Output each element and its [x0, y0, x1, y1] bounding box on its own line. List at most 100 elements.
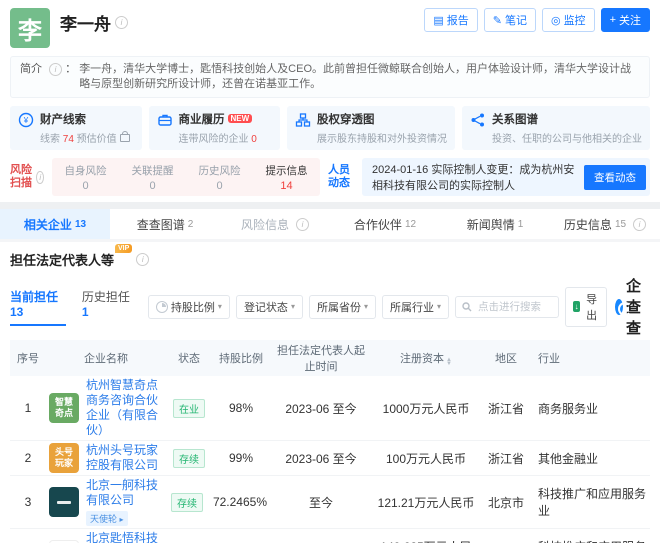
tab-count: 1	[518, 219, 524, 230]
info-card-关系图谱[interactable]: 关系图谱投资、任职的公司与他相关的企业	[462, 106, 650, 150]
header-地区: 地区	[480, 348, 532, 368]
action-label: 关注	[619, 12, 641, 28]
company-link[interactable]: 北京匙悟科技有限公司	[86, 531, 161, 543]
header-注册资本: 注册资本▲▼	[372, 348, 480, 368]
info-cards: ¥财产线索线索 74 预估价值商业履历NEW连带风险的企业 0 股权穿透图展示股东…	[10, 106, 650, 150]
filter-所属省份[interactable]: 所属省份▾	[309, 295, 376, 319]
new-badge: NEW	[228, 114, 253, 123]
risk-stat-自身风险[interactable]: 自身风险0	[52, 163, 119, 192]
personnel-bar: 2024-01-16 实际控制人变更：成为杭州安相科技有限公司的实际控制人 查看…	[362, 158, 650, 196]
sort-icon[interactable]: ▲▼	[446, 358, 452, 366]
company-cell: 智慧奇点杭州智慧奇点商务咨询合伙企业（有限合伙）	[46, 376, 166, 440]
risk-row: 风险扫描i 自身风险0关联提醒0历史风险0提示信息14 人员动态 2024-01…	[10, 158, 650, 196]
company-link[interactable]: 北京一舸科技有限公司	[86, 478, 161, 508]
pie-icon	[156, 301, 168, 313]
tab-label: 相关企业	[24, 216, 72, 233]
subtab-历史担任[interactable]: 历史担任 1	[82, 288, 132, 326]
chevron-down-icon: ▾	[437, 302, 441, 311]
card-body: 股权穿透图展示股东持股和对外投资情况	[317, 111, 447, 145]
tab-新闻舆情[interactable]: 新闻舆情1	[440, 209, 550, 239]
tab-label: 查查图谱	[137, 216, 185, 233]
header-actions: ▤报告✎笔记◎监控+关注	[424, 8, 650, 32]
filter-label: 持股比例	[171, 299, 215, 315]
card-subtitle: 线索 74 预估价值	[40, 130, 130, 145]
search-input[interactable]	[476, 300, 552, 314]
filter-label: 登记状态	[244, 299, 288, 315]
header-状态: 状态	[166, 348, 212, 368]
tab-相关企业[interactable]: 相关企业13	[0, 209, 110, 239]
funding-tag[interactable]: 天使轮 ▸	[86, 511, 128, 526]
action-button-监控[interactable]: ◎监控	[542, 8, 595, 32]
company-logo	[49, 487, 79, 517]
action-button-关注[interactable]: +关注	[601, 8, 650, 32]
info-card-股权穿透图[interactable]: 股权穿透图展示股东持股和对外投资情况	[287, 106, 455, 150]
tab-count: 13	[75, 219, 86, 230]
avatar: 李	[10, 8, 50, 48]
view-dynamics-button[interactable]: 查看动态	[584, 165, 646, 190]
risk-stat-提示信息[interactable]: 提示信息14	[253, 163, 320, 192]
plus-icon: +	[610, 14, 616, 26]
subtab-label: 当前担任	[10, 290, 58, 304]
profile-header: 李 李一舟i ▤报告✎笔记◎监控+关注	[10, 8, 650, 48]
region-cell: 浙江省	[480, 448, 532, 469]
action-label: 笔记	[505, 12, 527, 28]
action-button-报告[interactable]: ▤报告	[424, 8, 477, 32]
info-icon: i	[136, 253, 149, 266]
header-担任法定代表人起止时间: 担任法定代表人起止时间	[270, 340, 372, 376]
header-行业: 行业	[532, 348, 650, 368]
tab-label: 风险信息	[241, 216, 289, 233]
excel-icon: ↓	[573, 301, 580, 312]
risk-stat-label: 历史风险	[186, 163, 253, 178]
header-企业名称: 企业名称	[46, 348, 166, 368]
card-number: 0	[251, 134, 257, 145]
tab-合作伙伴[interactable]: 合作伙伴12	[330, 209, 440, 239]
period-cell: 2023-06 至今	[270, 398, 372, 419]
filter-登记状态[interactable]: 登记状态▾	[236, 295, 303, 319]
card-title: 股权穿透图	[317, 111, 447, 127]
risk-stat-value: 0	[52, 180, 119, 192]
card-number: 74	[63, 134, 74, 145]
tab-查查图谱[interactable]: 查查图谱2	[110, 209, 220, 239]
company-name-wrap: 北京匙悟科技有限公司B轮 ▸	[86, 531, 161, 543]
personnel-news: 2024-01-16 实际控制人变更：成为杭州安相科技有限公司的实际控制人	[372, 161, 584, 193]
chevron-down-icon: ▾	[218, 302, 222, 311]
subtab-label: 历史担任	[82, 290, 130, 304]
filter-持股比例[interactable]: 持股比例▾	[148, 295, 230, 319]
subtab-count: 1	[82, 305, 89, 319]
region-cell: 北京市	[480, 492, 532, 513]
info-icon: i	[296, 218, 309, 231]
status-badge: 在业	[173, 399, 205, 418]
info-card-财产线索[interactable]: ¥财产线索线索 74 预估价值	[10, 106, 142, 150]
intro-text: 李一舟，清华大学博士，匙悟科技创始人及CEO。此前曾担任微鲸联合创始人，用户体验…	[79, 62, 640, 92]
info-icon: i	[49, 63, 62, 76]
action-button-笔记[interactable]: ✎笔记	[484, 8, 536, 32]
risk-scan-label: 风险扫描i	[10, 158, 44, 196]
risk-stat-历史风险[interactable]: 历史风险 0	[186, 163, 253, 192]
industry-cell: 科技推广和应用服务业	[532, 483, 650, 521]
chevron-right-icon: ▸	[120, 515, 124, 524]
subtab-filter-row: 当前担任 13历史担任 1 持股比例▾登记状态▾所属省份▾所属行业▾ ↓导出 企…	[10, 275, 650, 338]
report-icon: ▤	[433, 14, 443, 27]
company-logo: 智慧奇点	[49, 393, 79, 423]
page: 李 李一舟i ▤报告✎笔记◎监控+关注 简介 i ： 李一舟，清华大学博士，匙悟…	[0, 0, 660, 543]
card-subtitle: 投资、任职的公司与他相关的企业	[492, 130, 642, 145]
industry-cell: 其他金融业	[532, 448, 650, 469]
company-name-wrap: 杭州智慧奇点商务咨询合伙企业（有限合伙）	[86, 378, 163, 438]
capital-cell: 100万元人民币	[372, 448, 480, 469]
table-row: 4匙悟科技北京匙悟科技有限公司B轮 ▸存续48.8889%至今140.625万元…	[10, 529, 650, 543]
capital-cell: 121.21万元人民币	[372, 492, 480, 513]
tab-历史信息[interactable]: 历史信息15i	[550, 209, 660, 239]
risk-stat-value: 0	[186, 180, 253, 192]
filter-所属行业[interactable]: 所属行业▾	[382, 295, 449, 319]
info-card-商业履历[interactable]: 商业履历NEW连带风险的企业 0	[149, 106, 281, 150]
subtab-当前担任[interactable]: 当前担任 13	[10, 288, 66, 326]
monitor-icon: ◎	[551, 14, 561, 27]
briefcase-icon	[157, 112, 173, 128]
export-button[interactable]: ↓导出	[565, 287, 607, 327]
risk-stat-关联提醒[interactable]: 关联提醒0	[119, 163, 186, 192]
tab-风险信息[interactable]: 风险信息 i	[220, 209, 330, 239]
risk-stat-value: 14	[253, 180, 320, 192]
company-link[interactable]: 杭州头号玩家控股有限公司	[86, 443, 163, 473]
company-link[interactable]: 杭州智慧奇点商务咨询合伙企业（有限合伙）	[86, 378, 163, 438]
tab-count: 12	[405, 219, 416, 230]
